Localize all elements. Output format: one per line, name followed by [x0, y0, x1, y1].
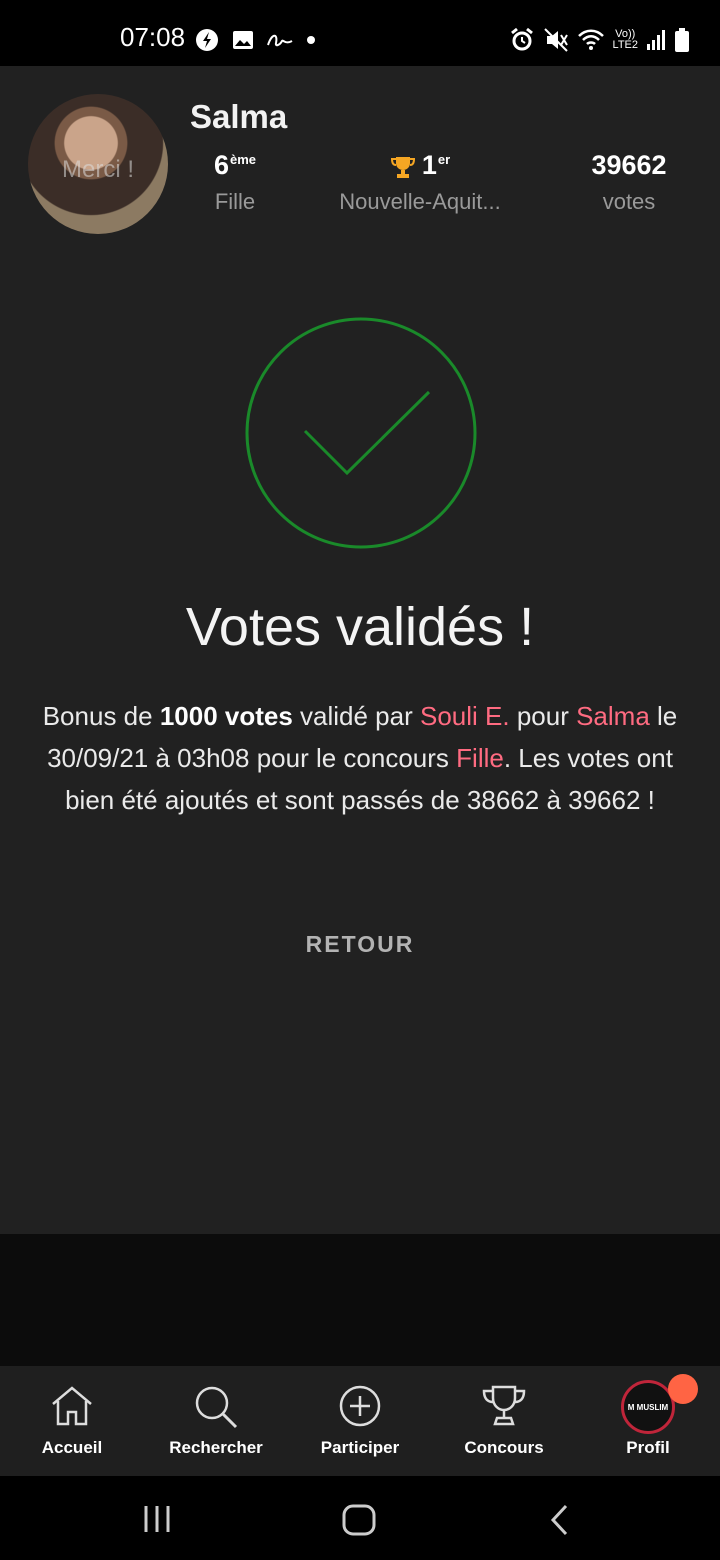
status-bar: 07:08 Vo)) LTE2	[0, 0, 720, 66]
nav-item-concours[interactable]: Concours	[432, 1366, 576, 1476]
region-rank-suffix: er	[437, 152, 451, 167]
profile-avatar[interactable]: Merci !	[28, 94, 168, 234]
battery-icon	[675, 28, 689, 52]
image-icon	[233, 31, 253, 49]
flash-icon	[196, 29, 218, 51]
rank-value: 6ème	[195, 150, 275, 181]
message-text-1: Bonus de	[42, 701, 160, 731]
dot-icon	[307, 36, 315, 44]
plus-circle-icon	[339, 1385, 381, 1427]
system-navigation-bar	[0, 1476, 720, 1560]
nav-profile-avatar-text: M MUSLIM	[627, 1402, 669, 1412]
region-label: Nouvelle-Aquit...	[339, 189, 501, 214]
confirmation-title: Votes validés !	[185, 597, 535, 657]
nav-item-participer[interactable]: Participer	[288, 1366, 432, 1476]
success-check-icon	[245, 317, 477, 549]
back-nav-icon[interactable]	[548, 1504, 572, 1536]
nav-profile-avatar: M MUSLIM	[621, 1380, 675, 1434]
signature-icon	[267, 34, 293, 47]
rank-label: Fille	[214, 189, 256, 214]
votes-label: votes	[602, 189, 656, 214]
candidate-name: Salma	[576, 701, 650, 731]
alarm-icon	[510, 27, 533, 51]
nav-item-accueil[interactable]: Accueil	[0, 1366, 144, 1476]
search-icon	[195, 1386, 238, 1429]
nav-item-rechercher[interactable]: Rechercher	[144, 1366, 288, 1476]
avatar-overlay-text: Merci !	[62, 156, 134, 183]
mute-icon	[543, 28, 568, 52]
voter-name: Souli E.	[419, 701, 510, 731]
status-left-icons	[194, 27, 316, 53]
trophy-icon	[390, 157, 415, 178]
status-time: 07:08	[120, 22, 186, 52]
volte-line2: LTE2	[612, 39, 638, 51]
nav-label-accueil: Accueil	[41, 1438, 103, 1457]
back-button[interactable]: RETOUR	[260, 924, 460, 964]
home-button-icon[interactable]	[342, 1504, 376, 1536]
confirmation-message: Bonus de 1000 votes validé par Souli E. …	[24, 695, 696, 821]
contest-name: Fille	[456, 743, 504, 773]
region-rank-stat: 1er Nouvelle-Aquit...	[320, 150, 520, 215]
profile-name: Salma	[190, 98, 288, 135]
nav-item-profil[interactable]: M MUSLIM Profil	[576, 1366, 720, 1476]
volte-icon: Vo)) LTE2	[613, 29, 638, 51]
message-text-2: validé par	[292, 701, 420, 731]
home-icon	[52, 1386, 92, 1426]
nav-label-rechercher: Rechercher	[169, 1438, 263, 1457]
rank-stat: 6ème Fille	[195, 150, 275, 215]
status-right-icons: Vo)) LTE2	[509, 27, 690, 53]
nav-label-concours: Concours	[464, 1438, 544, 1457]
signal-icon	[647, 30, 665, 50]
region-rank-value: 1er	[320, 150, 520, 181]
nav-label-participer: Participer	[320, 1438, 400, 1457]
recent-apps-icon[interactable]	[142, 1504, 172, 1534]
message-text-3: pour	[509, 701, 577, 731]
content-spacer	[0, 1234, 720, 1366]
notification-badge	[668, 1374, 698, 1404]
votes-value: 39662	[591, 150, 667, 180]
wifi-icon	[577, 29, 604, 50]
vote-confirmation-screen: Merci ! Salma 6ème Fille 1er Nouvelle-Aq…	[0, 66, 720, 1234]
region-rank-number: 1	[421, 150, 437, 180]
trophy-outline-icon	[482, 1385, 526, 1426]
bottom-navigation: Accueil Rechercher Participer Concours M…	[0, 1366, 720, 1476]
rank-number: 6	[213, 150, 229, 180]
nav-label-profil: Profil	[626, 1438, 670, 1457]
votes-stat: 39662 votes	[570, 150, 688, 215]
rank-suffix: ème	[230, 152, 257, 167]
bonus-amount: 1000 votes	[159, 701, 293, 731]
